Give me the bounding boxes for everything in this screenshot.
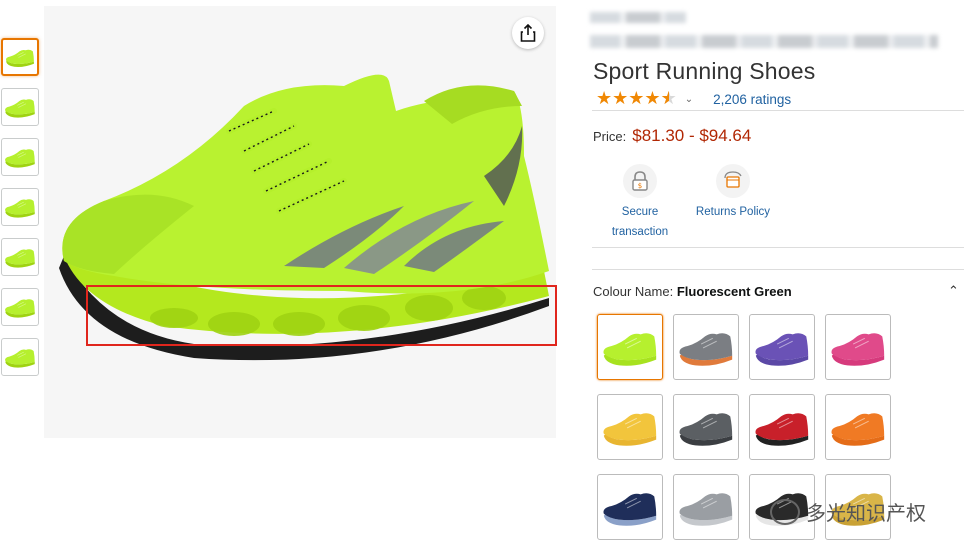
swatch-grey-orange[interactable] [673, 314, 739, 380]
feature-returns-policy[interactable]: Returns Policy [688, 164, 778, 222]
return-box-icon [716, 164, 750, 198]
feature-label: transaction [611, 226, 669, 238]
chevron-up-icon[interactable]: ⌃ [948, 284, 959, 299]
colour-label: Colour Name: [593, 284, 674, 299]
feature-secure-transaction[interactable]: $ Secure transaction [601, 164, 679, 242]
svg-text:$: $ [638, 182, 642, 190]
swatch-fluorescent-green[interactable] [597, 314, 663, 380]
swatch-purple[interactable] [749, 314, 815, 380]
star-icon: ★ [612, 88, 629, 109]
star-icon: ★ [644, 88, 661, 109]
blurred-subtitle [590, 35, 938, 48]
share-icon [520, 24, 536, 42]
divider [592, 110, 964, 111]
divider [592, 269, 964, 270]
thumbnail-low[interactable] [1, 188, 39, 226]
watermark-text: 多光知识产权 [806, 501, 926, 525]
feature-label: Secure [621, 206, 659, 218]
colour-selected: Fluorescent Green [676, 284, 792, 299]
thumbnail-side-3[interactable] [1, 138, 39, 176]
feature-label: Returns Policy [695, 206, 771, 218]
ratings-link[interactable]: 2,206 ratings [713, 92, 791, 107]
swatch-pink[interactable] [825, 314, 891, 380]
product-title: Sport Running Shoes [593, 58, 816, 84]
chevron-down-icon[interactable]: ⌄ [685, 94, 693, 105]
blurred-brand [590, 12, 686, 23]
rating-row: ★ ★ ★ ★ ★ ★ ⌄ 2,206 ratings [596, 90, 791, 108]
price-row: Price: $81.30 - $94.64 [593, 126, 751, 146]
shoe-image [59, 74, 549, 361]
half-star-icon: ★ ★ [660, 88, 677, 109]
thumbnail-side[interactable] [1, 38, 39, 76]
thumbnail-side-2[interactable] [1, 88, 39, 126]
price-label: Price: [593, 129, 627, 144]
swatch-navy[interactable] [597, 474, 663, 540]
price-value: $81.30 - $94.64 [632, 126, 752, 145]
thumbnail-sole[interactable] [1, 338, 39, 376]
swatch-yellow[interactable] [597, 394, 663, 460]
swatch-dark-grey[interactable] [673, 394, 739, 460]
swatch-light-grey[interactable] [673, 474, 739, 540]
star-icon: ★ [596, 88, 613, 109]
wechat-icon [770, 498, 800, 525]
swatch-red-black[interactable] [749, 394, 815, 460]
colour-row: Colour Name: Fluorescent Green [593, 284, 792, 299]
divider [592, 247, 964, 248]
thumbnail-front[interactable] [1, 288, 39, 326]
star-rating[interactable]: ★ ★ ★ ★ ★ ★ [596, 90, 677, 108]
share-button[interactable] [512, 17, 544, 49]
swatch-orange[interactable] [825, 394, 891, 460]
main-product-image[interactable] [44, 6, 556, 438]
thumbnail-back[interactable] [1, 238, 39, 276]
sole-highlight-box [86, 285, 557, 346]
watermark: 多光知识产权 [770, 497, 926, 526]
lock-icon: $ [623, 164, 657, 198]
star-icon: ★ [628, 88, 645, 109]
